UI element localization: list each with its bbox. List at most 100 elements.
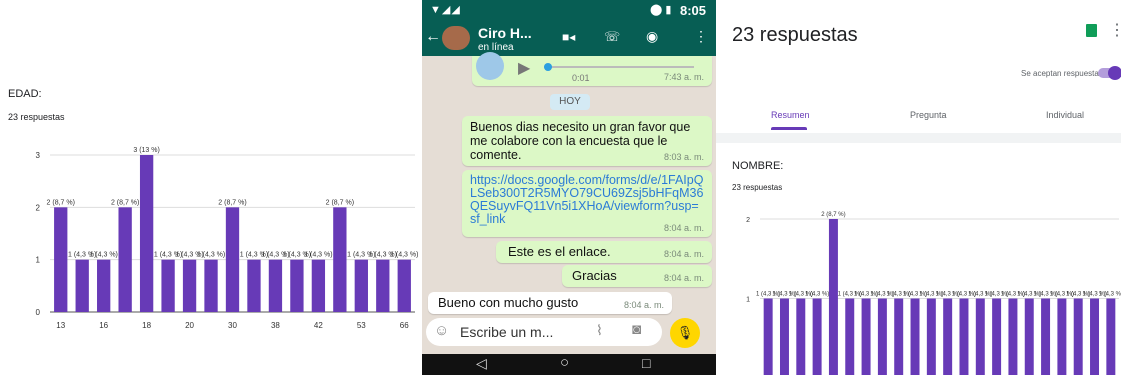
voice-message[interactable]: ▶ 0:01 7:43 a. m. <box>472 52 712 86</box>
message-bubble[interactable]: Gracias 8:04 a. m. <box>562 265 712 287</box>
x-tick-label: 16 <box>99 321 108 330</box>
bar <box>796 298 806 375</box>
y-tick-label: 2 <box>36 203 41 212</box>
data-label: 2 (8,7 %) <box>47 199 75 206</box>
incoming-message-bubble[interactable]: Bueno con mucho gusto 8:04 a. m. <box>428 292 672 314</box>
emoji-icon[interactable]: ☺ <box>434 322 449 339</box>
bar <box>828 219 838 375</box>
data-label: 1 (4,3 %) <box>89 252 117 259</box>
bar <box>1041 298 1051 375</box>
data-label: 2 (8,7 %) <box>821 212 845 218</box>
status-bar: ▼◢◢ ⬤ ▮ 8:05 <box>422 0 716 22</box>
camera-icon[interactable]: ◙ <box>632 321 641 338</box>
y-tick-label: 1 <box>746 297 750 304</box>
bar <box>268 259 283 312</box>
message-input[interactable]: ☺ Escribe un m... ⌇ ◙ <box>426 318 662 346</box>
bar <box>97 259 111 312</box>
bar <box>877 298 887 375</box>
data-label: 1 (4,3 %) <box>1099 292 1121 298</box>
edad-bar-chart: 0 1 2 3 2 (8,7 %) 1 (4,3 %) 1 (4,3 %) 2 (8,7 %)… <box>36 147 419 330</box>
nav-home-icon[interactable]: ○ <box>560 354 569 371</box>
message-bubble[interactable]: Buenos dias necesito un gran favor que m… <box>462 116 712 166</box>
bar <box>812 298 822 375</box>
nav-back-icon[interactable]: ◁ <box>476 355 487 372</box>
message-time: 8:04 a. m. <box>663 249 704 259</box>
bar <box>1057 298 1067 375</box>
data-label: 1 (4,3 %) <box>304 252 332 259</box>
sheets-icon[interactable] <box>1086 24 1097 37</box>
more-options-icon[interactable]: ⋮ <box>694 28 708 45</box>
android-nav-bar: ◁ ○ □ <box>422 354 716 375</box>
attach-icon[interactable]: ⌇ <box>596 322 603 339</box>
y-tick-label: 3 <box>36 151 41 160</box>
bar <box>118 207 132 312</box>
contact-name[interactable]: Ciro H... <box>478 25 532 41</box>
date-badge: HOY <box>550 94 590 110</box>
bar <box>75 259 89 312</box>
bar <box>845 298 855 375</box>
bar <box>54 207 68 312</box>
x-tick-label: 30 <box>228 321 237 330</box>
data-label: 2 (8,7 %) <box>111 199 139 206</box>
mic-button[interactable]: 🎙 <box>670 318 700 348</box>
tab-pregunta[interactable]: Pregunta <box>910 110 947 120</box>
message-time: 8:04 a. m. <box>663 273 704 283</box>
bar <box>861 298 871 375</box>
edad-chart-panel: EDAD: 23 respuestas 01232 (8,7 %) 1 (4,3 … <box>0 0 422 375</box>
video-call-icon[interactable]: ■◂ <box>562 30 575 44</box>
phone-call-icon[interactable]: ☏ <box>604 29 620 45</box>
message-text: Bueno con mucho gusto <box>438 295 579 310</box>
message-input-bar: ☺ Escribe un m... ⌇ ◙ 🎙 <box>422 314 716 354</box>
bar <box>290 259 304 312</box>
bar <box>161 259 175 312</box>
link-message-bubble[interactable]: https://docs.google.com/forms/d/e/1FAIpQ… <box>462 170 712 237</box>
bar <box>943 298 953 375</box>
nombre-bar-chart: 0121 (4,3 %)1 (4,3 %)1 (4,3 %)1 (4,3 %)2… <box>746 212 1121 375</box>
y-tick-label: 2 <box>746 217 750 224</box>
bar <box>992 298 1002 375</box>
bar <box>225 207 240 312</box>
forms-responses-panel: 23 respuestas ⋮ Se aceptan respuestas Re… <box>716 0 1121 375</box>
bar <box>247 259 261 312</box>
x-tick-label: 13 <box>56 321 65 330</box>
nav-recents-icon[interactable]: □ <box>642 355 650 371</box>
responses-heading: 23 respuestas <box>732 24 858 46</box>
eye-icon[interactable]: ◉ <box>646 28 658 45</box>
bar <box>926 298 936 375</box>
question-card: NOMBRE: 23 respuestas 0121 (4,3 %)1 (4,3… <box>716 143 1121 375</box>
play-icon[interactable]: ▶ <box>518 58 530 78</box>
data-label: 1 (4,3 %) <box>197 252 225 259</box>
message-time: 7:43 a. m. <box>663 72 704 82</box>
bar <box>1073 298 1083 375</box>
bar <box>1106 298 1116 375</box>
message-bubble[interactable]: Este es el enlace. 8:04 a. m. <box>496 241 712 263</box>
message-time: 8:03 a. m. <box>663 152 704 162</box>
bar <box>959 298 969 375</box>
bar <box>1008 298 1018 375</box>
bar <box>975 298 985 375</box>
data-label: 2 (8,7 %) <box>218 199 246 206</box>
data-label: 3 (13 %) <box>133 147 159 154</box>
bar <box>354 259 368 312</box>
whatsapp-screen: ▼◢◢ ⬤ ▮ 8:05 ← Ciro H... en línea ■◂ ☏ ◉… <box>422 0 716 375</box>
bar <box>910 298 920 375</box>
bar <box>333 207 347 312</box>
voice-progress[interactable] <box>544 63 694 71</box>
voice-duration: 0:01 <box>572 73 590 83</box>
tab-individual[interactable]: Individual <box>1046 110 1084 120</box>
avatar[interactable] <box>442 26 470 50</box>
x-tick-label: 38 <box>271 321 280 330</box>
bar <box>894 298 904 375</box>
back-arrow-icon[interactable]: ← <box>425 28 441 46</box>
responses-header-card: 23 respuestas ⋮ Se aceptan respuestas Re… <box>716 0 1121 133</box>
bar <box>182 259 197 312</box>
message-time: 8:04 a. m. <box>663 223 704 233</box>
mic-icon: 🎙 <box>676 325 694 340</box>
tab-resumen[interactable]: Resumen <box>771 110 810 120</box>
more-options-icon[interactable]: ⋮ <box>1109 20 1121 40</box>
message-text: Gracias <box>572 268 617 283</box>
data-label: 1 (4,3 %) <box>805 292 829 298</box>
accepting-responses-toggle[interactable] <box>1098 66 1121 80</box>
x-tick-label: 18 <box>142 321 151 330</box>
y-tick-label: 0 <box>36 308 41 317</box>
